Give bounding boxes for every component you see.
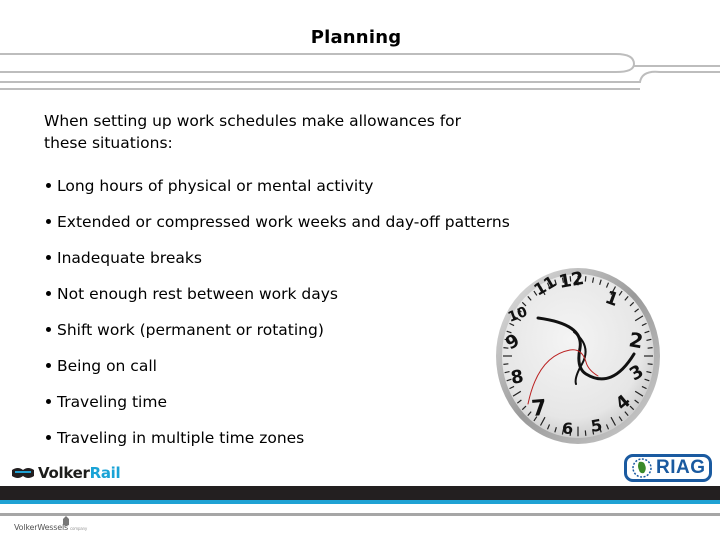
footer-band-grey bbox=[0, 513, 720, 516]
header-line-lower bbox=[0, 70, 720, 83]
bullet-icon bbox=[46, 290, 51, 296]
svg-text:7: 7 bbox=[530, 396, 547, 422]
footer-band-dark bbox=[0, 486, 720, 500]
volkerrail-logo-icon bbox=[12, 468, 34, 478]
clock-icon: 11 12 1 2 3 4 5 6 7 8 9 10 bbox=[496, 268, 660, 444]
logo-text-volker: Volker bbox=[38, 464, 90, 482]
bullet-item: Extended or compressed work weeks and da… bbox=[44, 211, 510, 233]
volkerwessels-emblem-icon bbox=[63, 516, 69, 526]
bullet-item: Traveling time bbox=[44, 391, 167, 413]
header-line-curved bbox=[0, 53, 636, 73]
intro-text: When setting up work schedules make allo… bbox=[44, 110, 514, 154]
volkerrail-logo: VolkerRail bbox=[12, 463, 121, 483]
volkerwessels-text: VolkerWessels bbox=[14, 523, 68, 532]
slide-body: When setting up work schedules make allo… bbox=[44, 110, 514, 447]
bullet-icon bbox=[46, 218, 51, 224]
logo-text-rail: Rail bbox=[89, 464, 121, 482]
bullet-item: Inadequate breaks bbox=[44, 247, 202, 269]
bullet-item: Being on call bbox=[44, 355, 157, 377]
volkerwessels-logo: VolkerWessels company bbox=[14, 517, 87, 532]
clock-tick bbox=[647, 363, 653, 365]
bullet-icon bbox=[46, 326, 51, 332]
bullet-icon bbox=[46, 398, 51, 404]
svg-text:6: 6 bbox=[562, 419, 573, 438]
clock-tick bbox=[584, 430, 587, 436]
intro-line-2: these situations: bbox=[44, 134, 173, 152]
clock-tick bbox=[647, 347, 653, 349]
bullet-icon bbox=[46, 182, 51, 188]
bullet-icon bbox=[46, 434, 51, 440]
intro-line-1: When setting up work schedules make allo… bbox=[44, 112, 462, 130]
bullet-icon bbox=[46, 254, 51, 260]
riag-logo: RIAG bbox=[624, 454, 712, 482]
svg-text:12: 12 bbox=[557, 268, 585, 293]
bullet-item: Shift work (permanent or rotating) bbox=[44, 319, 324, 341]
bullet-item: Traveling in multiple time zones bbox=[44, 427, 304, 449]
clock-tick bbox=[584, 276, 587, 282]
volkerwessels-subtext: company bbox=[69, 526, 87, 531]
riag-text: RIAG bbox=[656, 457, 706, 478]
bullet-item: Long hours of physical or mental activit… bbox=[44, 175, 373, 197]
footer-band-blue bbox=[0, 500, 720, 504]
riag-globe-icon bbox=[632, 458, 652, 478]
bullet-item: Not enough rest between work days bbox=[44, 283, 338, 305]
bullet-icon bbox=[46, 362, 51, 368]
clock-tick bbox=[503, 363, 509, 365]
header-decorative-lines bbox=[0, 53, 720, 90]
